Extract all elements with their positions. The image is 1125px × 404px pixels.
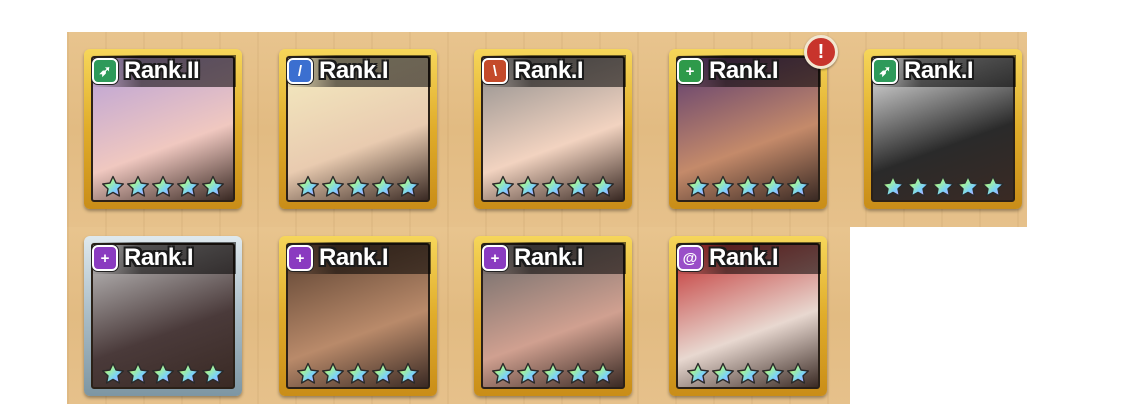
star-rating [474, 175, 632, 199]
star-icon [762, 362, 784, 384]
star-icon [787, 362, 809, 384]
blade-icon: \ [482, 58, 508, 84]
rank-label: Rank.II [124, 57, 200, 84]
star-icon [542, 175, 564, 197]
rank-label: Rank.I [709, 57, 779, 84]
star-icon [297, 362, 319, 384]
rank-bar: + Rank.I [90, 242, 236, 274]
plus-icon: + [482, 245, 508, 271]
rank-bar: + Rank.I [675, 55, 821, 87]
star-icon [567, 175, 589, 197]
star-icon [517, 362, 539, 384]
star-icon [102, 362, 124, 384]
hero-card[interactable]: ➶ Rank.I [864, 49, 1022, 209]
star-icon [737, 175, 759, 197]
rank-label: Rank.I [124, 244, 194, 271]
star-rating [84, 362, 242, 386]
hero-card[interactable]: + Rank.I [474, 236, 632, 396]
star-icon [102, 175, 124, 197]
rank-label: Rank.I [904, 57, 974, 84]
star-icon [202, 362, 224, 384]
bow-icon: ➶ [92, 58, 118, 84]
star-icon [737, 362, 759, 384]
star-icon [372, 175, 394, 197]
star-icon [687, 175, 709, 197]
rank-label: Rank.I [319, 244, 389, 271]
star-icon [592, 175, 614, 197]
plus-icon: + [677, 58, 703, 84]
rank-label: Rank.I [709, 244, 779, 271]
star-icon [177, 362, 199, 384]
swirl-icon: @ [677, 245, 703, 271]
star-icon [762, 175, 784, 197]
star-icon [907, 175, 929, 197]
star-icon [592, 362, 614, 384]
star-icon [297, 175, 319, 197]
hero-card[interactable]: / Rank.I [279, 49, 437, 209]
rank-bar: ➶ Rank.II [90, 55, 236, 87]
star-icon [932, 175, 954, 197]
star-icon [127, 362, 149, 384]
star-rating [84, 175, 242, 199]
star-icon [347, 362, 369, 384]
sword-icon: / [287, 58, 313, 84]
alert-badge-icon[interactable]: ! [804, 35, 838, 69]
hero-card[interactable]: ➶ Rank.II [84, 49, 242, 209]
star-icon [347, 175, 369, 197]
rank-label: Rank.I [514, 244, 584, 271]
star-rating [669, 175, 827, 199]
hero-card[interactable]: + Rank.I [669, 49, 827, 209]
star-icon [687, 362, 709, 384]
bow-icon: ➶ [872, 58, 898, 84]
rank-bar: @ Rank.I [675, 242, 821, 274]
star-icon [397, 362, 419, 384]
star-icon [177, 175, 199, 197]
star-rating [474, 362, 632, 386]
star-rating [279, 175, 437, 199]
star-icon [787, 175, 809, 197]
star-icon [517, 175, 539, 197]
star-icon [152, 362, 174, 384]
plus-icon: + [92, 245, 118, 271]
star-rating [864, 175, 1022, 199]
hero-card[interactable]: + Rank.I [84, 236, 242, 396]
star-icon [492, 362, 514, 384]
star-icon [712, 362, 734, 384]
star-icon [152, 175, 174, 197]
star-icon [712, 175, 734, 197]
star-icon [372, 362, 394, 384]
rank-bar: ➶ Rank.I [870, 55, 1016, 87]
rank-bar: \ Rank.I [480, 55, 626, 87]
star-icon [567, 362, 589, 384]
star-icon [982, 175, 1004, 197]
star-icon [322, 175, 344, 197]
hero-card[interactable]: @ Rank.I [669, 236, 827, 396]
hero-card[interactable]: + Rank.I [279, 236, 437, 396]
rank-bar: + Rank.I [480, 242, 626, 274]
star-icon [397, 175, 419, 197]
star-icon [492, 175, 514, 197]
plus-icon: + [287, 245, 313, 271]
hero-card[interactable]: \ Rank.I [474, 49, 632, 209]
rank-label: Rank.I [319, 57, 389, 84]
star-icon [202, 175, 224, 197]
rank-bar: / Rank.I [285, 55, 431, 87]
star-icon [957, 175, 979, 197]
rank-label: Rank.I [514, 57, 584, 84]
rank-bar: + Rank.I [285, 242, 431, 274]
star-rating [669, 362, 827, 386]
star-icon [127, 175, 149, 197]
star-rating [279, 362, 437, 386]
star-icon [882, 175, 904, 197]
star-icon [322, 362, 344, 384]
star-icon [542, 362, 564, 384]
